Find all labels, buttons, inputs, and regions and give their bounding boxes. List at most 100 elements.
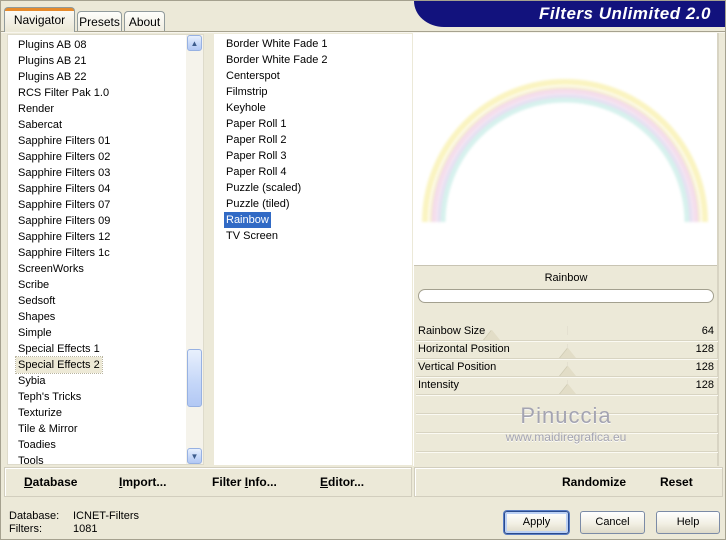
list-item[interactable]: Paper Roll 2 <box>214 132 412 148</box>
list-item-label: Plugins AB 21 <box>18 55 87 67</box>
slider-row[interactable]: Intensity 128 <box>416 377 718 395</box>
list-item[interactable]: Sapphire Filters 01 <box>8 133 186 149</box>
list-item[interactable]: Puzzle (scaled) <box>214 180 412 196</box>
help-button[interactable]: Help <box>656 511 720 534</box>
list-item-label: Border White Fade 1 <box>226 38 328 50</box>
list-item[interactable]: TV Screen <box>214 228 412 244</box>
slider-thumb[interactable] <box>559 366 576 376</box>
tab-navigator[interactable]: Navigator <box>4 7 75 32</box>
list-item[interactable]: Sedsoft <box>8 293 186 309</box>
list-item-label: Plugins AB 22 <box>18 71 87 83</box>
list-item[interactable]: Border White Fade 1 <box>214 36 412 52</box>
list-item[interactable]: Sapphire Filters 03 <box>8 165 186 181</box>
scroll-down-icon[interactable]: ▼ <box>187 448 202 464</box>
list-item-label: Scribe <box>18 279 50 291</box>
list-item[interactable]: Scribe <box>8 277 186 293</box>
list-item[interactable]: Sapphire Filters 09 <box>8 213 186 229</box>
list-item[interactable]: Special Effects 2 <box>8 356 186 374</box>
list-item[interactable]: ScreenWorks <box>8 261 186 277</box>
list-item[interactable]: Sapphire Filters 1c <box>8 245 186 261</box>
list-item[interactable]: Filmstrip <box>214 84 412 100</box>
list-item-label: Tile & Mirror <box>18 423 78 435</box>
list-item-label: Sabercat <box>18 119 63 131</box>
list-item[interactable]: Sabercat <box>8 117 186 133</box>
list-item[interactable]: Special Effects 1 <box>8 341 186 357</box>
list-item[interactable]: Teph's Tricks <box>8 389 186 405</box>
list-item[interactable]: Paper Roll 3 <box>214 148 412 164</box>
list-item-label: Puzzle (scaled) <box>226 182 302 194</box>
list-item[interactable]: Sapphire Filters 04 <box>8 181 186 197</box>
category-scrollbar[interactable]: ▲ ▼ <box>186 35 203 464</box>
import-button[interactable]: Import... <box>119 475 166 489</box>
list-item-label: Centerspot <box>226 70 280 82</box>
list-item[interactable]: Paper Roll 1 <box>214 116 412 132</box>
category-list[interactable]: Plugins AB 08 Plugins AB 21 Plugins AB 22 R… <box>7 34 204 465</box>
list-item-label: Sapphire Filters 02 <box>18 151 111 163</box>
list-item-label: TV Screen <box>226 230 278 242</box>
list-item[interactable]: Toadies <box>8 437 186 453</box>
window-title: Filters Unlimited 2.0 <box>414 1 725 27</box>
list-item[interactable]: Plugins AB 22 <box>8 69 186 85</box>
filter-info-button[interactable]: Filter Info... <box>212 475 277 489</box>
list-item[interactable]: Plugins AB 21 <box>8 53 186 69</box>
slider-thumb[interactable] <box>483 330 500 340</box>
list-item[interactable]: Sapphire Filters 12 <box>8 229 186 245</box>
list-item[interactable]: Puzzle (tiled) <box>214 196 412 212</box>
slider-thumb[interactable] <box>559 384 576 394</box>
list-item[interactable]: Paper Roll 4 <box>214 164 412 180</box>
list-item-label: Paper Roll 4 <box>226 166 287 178</box>
database-button[interactable]: Database <box>24 475 77 489</box>
slider-thumb[interactable] <box>559 348 576 358</box>
list-item[interactable]: Rainbow <box>214 212 412 228</box>
list-item-label: ScreenWorks <box>18 263 84 275</box>
list-item[interactable]: Border White Fade 2 <box>214 52 412 68</box>
tab-presets[interactable]: Presets <box>77 11 122 32</box>
list-item[interactable]: Shapes <box>8 309 186 325</box>
list-item[interactable]: Tile & Mirror <box>8 421 186 437</box>
scroll-up-icon[interactable]: ▲ <box>187 35 202 51</box>
editor-button[interactable]: Editor... <box>320 475 364 489</box>
list-item-label: Rainbow <box>224 212 271 228</box>
reset-button[interactable]: Reset <box>660 475 693 489</box>
list-item-label: Paper Roll 2 <box>226 134 287 146</box>
toolbar-right-panel: Randomize Reset <box>414 467 723 497</box>
list-item-label: Shapes <box>18 311 56 323</box>
list-item-label: Special Effects 2 <box>15 356 103 374</box>
list-item[interactable]: Keyhole <box>214 100 412 116</box>
slider-label: Intensity <box>418 379 459 391</box>
slider-row[interactable]: Vertical Position 128 <box>416 359 718 377</box>
list-item-label: Sybia <box>18 375 46 387</box>
list-item[interactable]: Plugins AB 08 <box>8 37 186 53</box>
list-item-label: Keyhole <box>226 102 266 114</box>
filter-list-items: Border White Fade 1 Border White Fade 2 Ce… <box>214 36 412 244</box>
slider-label: Horizontal Position <box>418 343 510 355</box>
list-item-label: Paper Roll 3 <box>226 150 287 162</box>
scrollbar-thumb[interactable] <box>187 349 202 407</box>
slider-row[interactable]: Horizontal Position 128 <box>416 341 718 359</box>
list-item[interactable]: Tools <box>8 453 186 464</box>
cancel-button[interactable]: Cancel <box>580 511 645 534</box>
tab-page-highlight <box>1 32 725 33</box>
list-item[interactable]: Simple <box>8 325 186 341</box>
slider-value: 128 <box>695 361 714 373</box>
list-item[interactable]: Texturize <box>8 405 186 421</box>
filter-list[interactable]: Border White Fade 1 Border White Fade 2 Ce… <box>214 34 412 465</box>
list-item[interactable]: Sapphire Filters 07 <box>8 197 186 213</box>
list-item-label: Texturize <box>18 407 63 419</box>
rainbow-preview-image <box>422 79 708 223</box>
slider-row[interactable]: Rainbow Size 64 <box>416 323 718 341</box>
list-item[interactable]: Centerspot <box>214 68 412 84</box>
list-item-label: Sapphire Filters 07 <box>18 199 111 211</box>
filters-unlimited-window: Filters Unlimited 2.0 Navigator Presets … <box>0 0 726 540</box>
list-item-label: Sapphire Filters 09 <box>18 215 111 227</box>
randomize-button[interactable]: Randomize <box>562 475 626 489</box>
list-item[interactable]: RCS Filter Pak 1.0 <box>8 85 186 101</box>
list-item[interactable]: Sapphire Filters 02 <box>8 149 186 165</box>
tab-about[interactable]: About <box>124 11 165 32</box>
status-filters-label: Filters: <box>9 523 42 535</box>
apply-button[interactable]: Apply <box>504 511 569 534</box>
list-item[interactable]: Sybia <box>8 373 186 389</box>
slider-empty-row <box>416 433 718 452</box>
list-item-label: Render <box>18 103 55 115</box>
list-item[interactable]: Render <box>8 101 186 117</box>
